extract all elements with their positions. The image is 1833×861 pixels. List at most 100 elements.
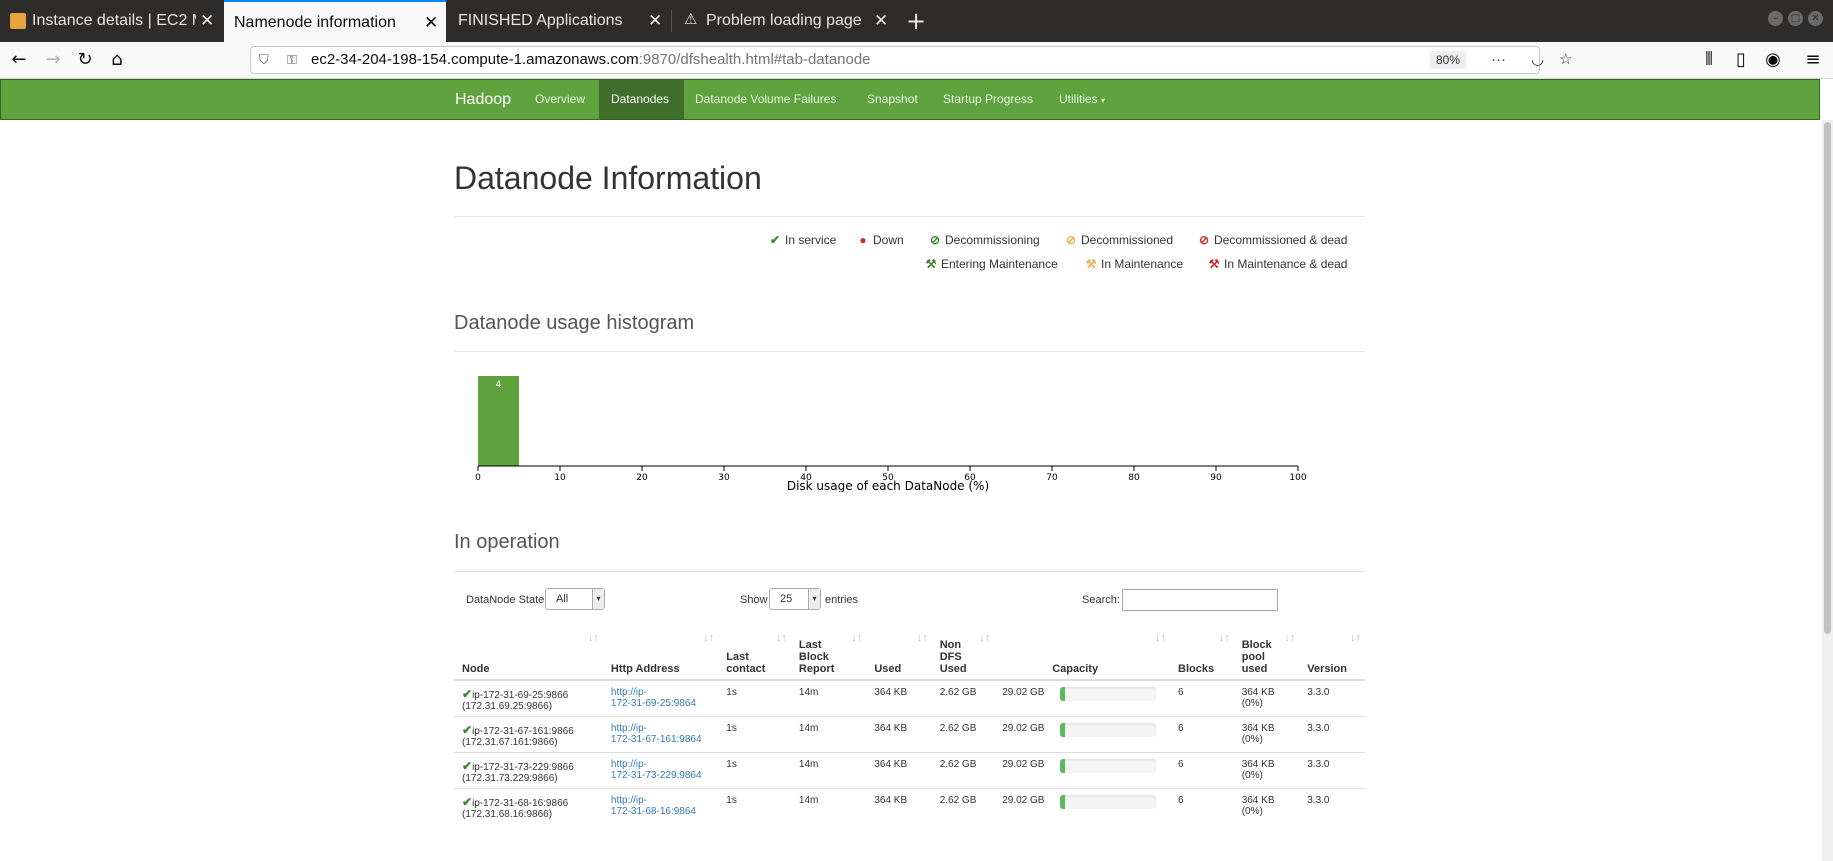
url-bar[interactable]: ⛉ ⚿ ec2-34-204-198-154.compute-1.amazona… (250, 46, 1572, 74)
sort-icon[interactable]: ↓↑ (851, 632, 862, 644)
col-http-address[interactable]: Http Address ↓↑ (602, 630, 719, 681)
tab-ec2-instance[interactable]: Instance details | EC2 Ma ✕ (0, 0, 222, 42)
entries-per-page-select[interactable]: 25 ▾ (769, 588, 821, 610)
datanode-state-select[interactable]: All ▾ (545, 588, 605, 610)
cell-blocks: 6 (1170, 679, 1234, 716)
hadoop-navbar: Hadoop Overview Datanodes Datanode Volum… (0, 79, 1820, 120)
library-icon[interactable]: ⫴ (1696, 47, 1722, 73)
close-icon[interactable]: ✕ (424, 2, 438, 44)
sort-icon[interactable]: ↓↑ (588, 632, 599, 644)
caret-down-icon: ▾ (1101, 96, 1106, 105)
sort-icon[interactable]: ↓↑ (1219, 632, 1230, 644)
cell-last-contact: 1s (718, 787, 791, 824)
search-input[interactable] (1122, 589, 1278, 611)
insecure-lock-icon[interactable]: ⚿ (287, 47, 297, 73)
col-node[interactable]: Node ↓↑ (454, 630, 603, 681)
sort-icon[interactable]: ↓↑ (979, 632, 990, 644)
legend-in-service: ✔ In service (768, 233, 836, 247)
sidebar-icon[interactable]: ▯ (1728, 47, 1754, 73)
account-icon[interactable]: ◉ (1760, 47, 1786, 73)
close-icon[interactable]: ✕ (874, 0, 888, 42)
legend-label: Down (873, 233, 904, 247)
sort-icon[interactable]: ↓↑ (703, 632, 714, 644)
pocket-icon[interactable]: ◡ (1531, 47, 1544, 73)
capacity-value: 29.02 GB (1002, 758, 1045, 770)
capacity-progress-fill (1060, 722, 1065, 737)
tab-problem-loading[interactable]: ⚠ Problem loading page ✕ (672, 0, 894, 42)
http-address-link[interactable]: http://ip- 172-31-68-16:9864 (611, 795, 696, 817)
nav-datanode-volume-failures[interactable]: Datanode Volume Failures (685, 80, 846, 119)
col-last-contact[interactable]: Last contact ↓↑ (718, 630, 791, 681)
col-used[interactable]: Used ↓↑ (866, 630, 932, 681)
zoom-level-badge[interactable]: 80% (1430, 51, 1467, 69)
check-icon: ✔ (462, 687, 473, 701)
http-link-part: 172-31-68-16:9864 (610, 805, 696, 817)
col-last-block-report[interactable]: Last Block Report ↓↑ (790, 630, 867, 681)
http-link-part: 172-31-73-229:9864 (610, 769, 702, 781)
forward-arrow-icon[interactable]: → (40, 47, 66, 73)
sort-icon[interactable]: ↓↑ (776, 632, 787, 644)
node-name: ip-172-31-73-229:9866 (472, 761, 574, 773)
hadoop-brand[interactable]: Hadoop (455, 80, 511, 119)
page-scrollbar-thumb[interactable] (1824, 122, 1831, 634)
nav-datanodes[interactable]: Datanodes (599, 80, 684, 119)
legend-label: In Maintenance (1101, 257, 1184, 271)
wrench-icon: ⚒ (1208, 257, 1220, 271)
new-tab-plus-icon[interactable]: + (906, 0, 926, 42)
sort-icon[interactable]: ↓↑ (1284, 632, 1295, 644)
operation-divider (454, 571, 1365, 572)
nav-startup-progress[interactable]: Startup Progress (933, 80, 1043, 119)
tab-title: Instance details | EC2 Ma (32, 12, 196, 29)
nav-utilities-dropdown[interactable]: Utilities ▾ (1049, 80, 1115, 119)
pool-used-value: 364 KB (1241, 722, 1275, 734)
cell-last-contact: 1s (718, 679, 791, 716)
http-address-link[interactable]: http://ip- 172-31-67-161:9864 (611, 723, 702, 745)
sort-icon[interactable]: ↓↑ (917, 632, 928, 644)
nav-overview[interactable]: Overview (525, 80, 595, 119)
back-arrow-icon[interactable]: ← (6, 47, 32, 73)
col-block-pool-used[interactable]: Block pool used ↓↑ (1233, 630, 1300, 681)
page-actions-ellipsis-icon[interactable]: ··· (1491, 47, 1506, 73)
table-row: ✔ip-172-31-68-16:9866 (172.31.68.16:9866)… (454, 787, 1365, 824)
dropdown-caret-icon: ▾ (808, 589, 820, 609)
http-address-link[interactable]: http://ip- 172-31-73-229:9864 (611, 759, 702, 781)
entries-per-page-value: 25 (780, 593, 793, 605)
cell-version: 3.3.0 (1299, 715, 1365, 752)
close-icon[interactable]: ✕ (648, 0, 662, 42)
node-ip: (172.31.67.161:9866) (462, 736, 558, 748)
x-tick-label: 80 (1128, 473, 1140, 483)
sort-icon[interactable]: ↓↑ (1155, 632, 1166, 644)
cell-node: ✔ip-172-31-73-229:9866 (172.31.73.229:986… (454, 751, 603, 788)
nav-snapshot[interactable]: Snapshot (857, 80, 928, 119)
http-address-link[interactable]: http://ip- 172-31-69-25:9864 (611, 687, 696, 709)
table-row: ✔ip-172-31-67-161:9866 (172.31.67.161:986… (454, 715, 1365, 752)
cell-non-dfs-used: 2.62 GB (931, 787, 995, 824)
close-icon[interactable]: ✕ (200, 0, 214, 42)
url-text[interactable]: ec2-34-204-198-154.compute-1.amazonaws.c… (311, 47, 871, 73)
menu-hamburger-icon[interactable]: ≡ (1800, 47, 1826, 73)
sort-icon[interactable]: ↓↑ (1350, 632, 1361, 644)
maximize-window-icon[interactable]: □ (1788, 11, 1803, 26)
legend-label: Entering Maintenance (941, 257, 1058, 271)
pool-used-value: 364 KB (1241, 794, 1275, 806)
col-version[interactable]: Version ↓↑ (1299, 630, 1365, 681)
x-tick-label: 20 (636, 473, 648, 483)
tab-finished-applications[interactable]: FINISHED Applications ✕ (448, 0, 670, 42)
legend-label: Decommissioning (945, 233, 1040, 247)
tab-title: Namenode information (234, 14, 396, 31)
reload-icon[interactable]: ↻ (72, 47, 98, 73)
col-non-dfs-used[interactable]: Non DFS Used ↓↑ (931, 630, 995, 681)
tab-namenode-information[interactable]: Namenode information ✕ (224, 0, 446, 42)
col-blocks[interactable]: Blocks ↓↑ (1170, 630, 1234, 681)
cell-used: 364 KB (866, 679, 932, 716)
nav-utilities-label: Utilities (1059, 92, 1098, 106)
cell-block-pool-used: 364 KB (0%) (1233, 751, 1300, 788)
shield-icon[interactable]: ⛉ (259, 47, 269, 73)
minimize-window-icon[interactable]: – (1768, 11, 1783, 26)
close-window-icon[interactable]: ✕ (1808, 11, 1823, 26)
col-capacity[interactable]: Capacity ↓↑ (994, 630, 1171, 681)
ban-icon: ⊘ (1065, 233, 1077, 247)
pool-used-percent: (0%) (1241, 698, 1263, 709)
home-icon[interactable]: ⌂ (104, 47, 130, 73)
bookmark-star-icon[interactable]: ☆ (1559, 47, 1572, 73)
